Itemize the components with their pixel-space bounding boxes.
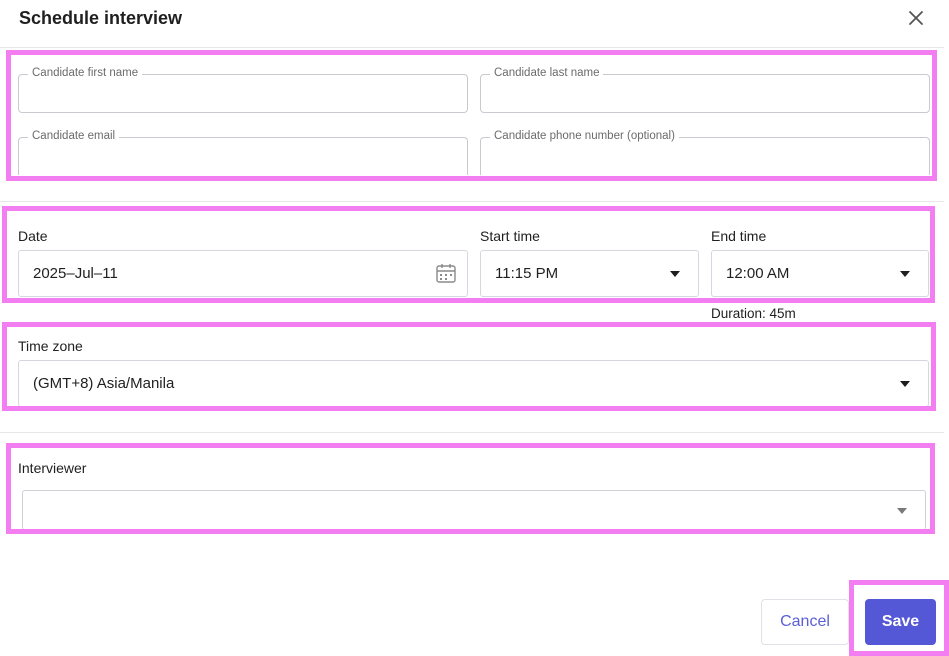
start-time-select[interactable]: 11:15 PM	[480, 250, 699, 297]
interviewer-select[interactable]	[22, 490, 926, 530]
candidate-last-name-label: Candidate last name	[490, 67, 604, 79]
date-label: Date	[18, 228, 48, 244]
duration-text: Duration: 45m	[711, 306, 796, 321]
time-zone-value: (GMT+8) Asia/Manila	[33, 375, 175, 392]
save-button[interactable]: Save	[865, 599, 936, 645]
candidate-email-field[interactable]: Candidate email	[18, 130, 468, 175]
timezone-divider	[0, 432, 944, 433]
candidate-phone-field[interactable]: Candidate phone number (optional)	[480, 130, 930, 175]
chevron-down-icon	[900, 270, 910, 277]
candidate-divider	[0, 201, 944, 202]
dialog-header: Schedule interview	[0, 0, 949, 40]
dialog-title: Schedule interview	[19, 8, 183, 28]
end-time-value: 12:00 AM	[726, 265, 790, 282]
start-time-label: Start time	[480, 228, 540, 244]
date-value: 2025–Jul–11	[33, 265, 118, 282]
interviewer-label: Interviewer	[18, 460, 87, 476]
chevron-down-icon	[900, 380, 910, 387]
chevron-down-icon	[670, 270, 680, 277]
end-time-select[interactable]: 12:00 AM	[711, 250, 929, 297]
end-time-label: End time	[711, 228, 767, 244]
header-divider	[0, 47, 944, 48]
cancel-button[interactable]: Cancel	[761, 599, 849, 645]
time-zone-label: Time zone	[18, 338, 83, 354]
time-zone-select[interactable]: (GMT+8) Asia/Manila	[18, 360, 929, 407]
candidate-first-name-label: Candidate first name	[28, 67, 143, 79]
candidate-first-name-field[interactable]: Candidate first name	[18, 67, 468, 113]
close-icon	[909, 11, 923, 25]
candidate-email-label: Candidate email	[28, 130, 120, 142]
candidate-phone-label: Candidate phone number (optional)	[490, 130, 679, 142]
chevron-down-icon	[897, 507, 907, 514]
close-button[interactable]	[904, 6, 928, 30]
calendar-icon[interactable]	[435, 262, 457, 284]
start-time-value: 11:15 PM	[495, 265, 559, 282]
date-picker[interactable]: 2025–Jul–11	[18, 250, 468, 297]
candidate-last-name-field[interactable]: Candidate last name	[480, 67, 930, 113]
